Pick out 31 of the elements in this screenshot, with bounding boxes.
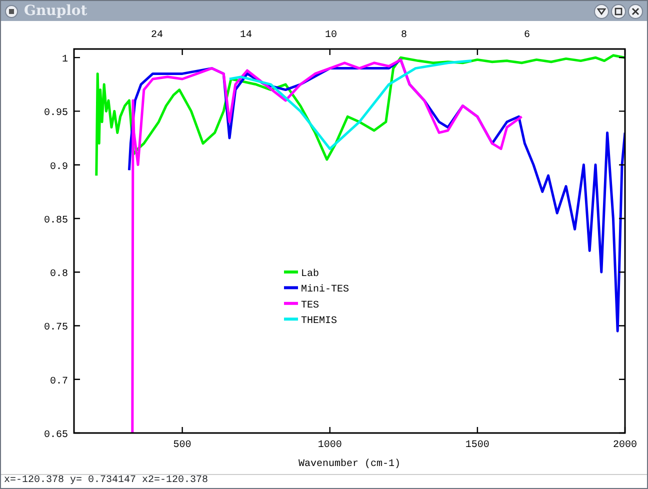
- top-tick-label: 6: [524, 30, 530, 41]
- close-icon: [631, 6, 640, 16]
- y-tick-label: 0.95: [44, 108, 68, 120]
- legend-label: THEMIS: [301, 316, 338, 328]
- maximize-button[interactable]: [611, 4, 626, 18]
- legend-label: Lab: [301, 269, 320, 280]
- y-tick-label: 0.75: [44, 322, 68, 334]
- legend-label: Mini-TES: [301, 284, 350, 296]
- window-menu-icon[interactable]: [5, 4, 18, 18]
- minimize-button[interactable]: [594, 4, 609, 18]
- close-button[interactable]: [628, 4, 643, 18]
- top-tick-label: 24: [151, 30, 163, 41]
- x-tick-label: 2000: [613, 440, 637, 451]
- maximize-icon: [614, 6, 623, 16]
- legend-label: TES: [301, 300, 320, 312]
- top-tick-label: 8: [401, 30, 407, 41]
- axis-title: Wavenumber (cm-1): [298, 459, 401, 470]
- top-tick-label: 10: [325, 30, 337, 41]
- minimize-icon: [597, 6, 606, 16]
- window-title: Gnuplot: [24, 2, 88, 20]
- status-text: x=-120.378 y= 0.734147 x2=-120.378: [1, 474, 647, 488]
- x-tick-label: 1000: [318, 440, 342, 451]
- y-tick-label: 0.9: [50, 162, 68, 173]
- y-tick-label: 0.7: [50, 376, 68, 388]
- x-tick-label: 1500: [465, 440, 490, 451]
- y-tick-label: 0.85: [44, 215, 68, 226]
- x-tick-label: 500: [173, 440, 192, 451]
- y-tick-label: 0.8: [50, 269, 68, 280]
- top-tick-label: 14: [240, 30, 252, 41]
- y-tick-label: 1: [62, 54, 68, 66]
- y-tick-label: 0.65: [44, 430, 68, 441]
